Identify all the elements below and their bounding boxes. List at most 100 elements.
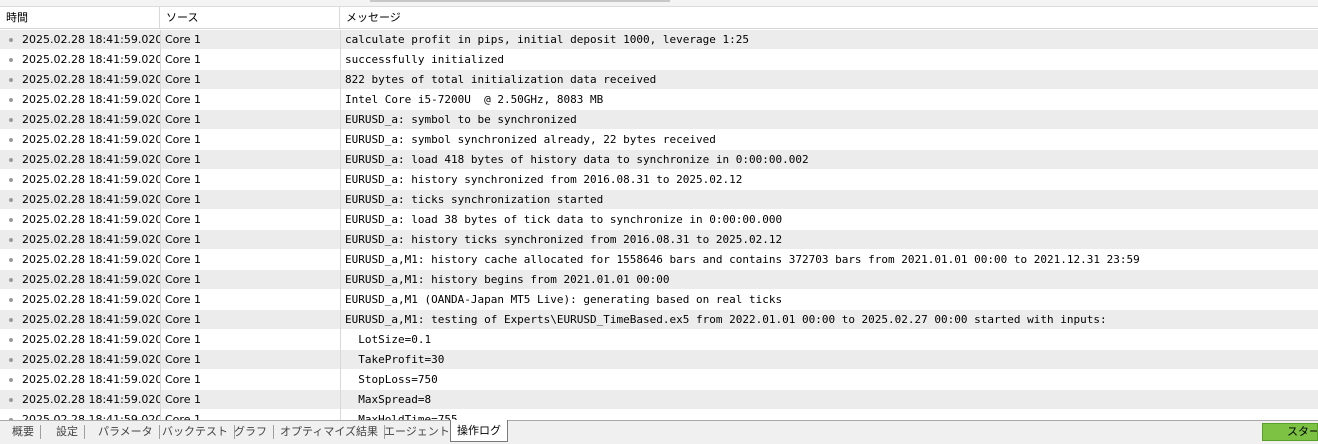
row-source: Core 1 <box>160 310 340 330</box>
row-time: 2025.02.28 18:41:59.020 <box>22 173 160 186</box>
info-dot-icon <box>9 318 13 322</box>
tester-tab-bar: スタート 概要設定パラメータバックテストグラフオプティマイズ結果エージェント操作… <box>0 420 1318 444</box>
table-row[interactable]: 2025.02.28 18:41:59.020 Core 1 EURUSD_a: l… <box>0 210 1318 230</box>
tab-journal[interactable]: 操作ログ <box>450 420 508 442</box>
row-message: MaxSpread=8 <box>340 390 1318 410</box>
row-time: 2025.02.28 18:41:59.020 <box>22 93 160 106</box>
top-scroll-strip <box>0 0 1318 7</box>
info-dot-icon <box>9 38 13 42</box>
tab-settings[interactable]: 設定 <box>50 425 85 439</box>
row-message: EURUSD_a: symbol to be synchronized <box>340 110 1318 130</box>
row-message: 822 bytes of total initialization data r… <box>340 70 1318 90</box>
row-source: Core 1 <box>160 370 340 390</box>
start-button[interactable]: スタート <box>1262 423 1318 441</box>
info-dot-icon <box>9 358 13 362</box>
row-message: EURUSD_a: symbol synchronized already, 2… <box>340 130 1318 150</box>
row-source: Core 1 <box>160 110 340 130</box>
column-header-message[interactable]: メッセージ <box>340 7 1318 28</box>
row-time: 2025.02.28 18:41:59.020 <box>22 333 160 346</box>
info-dot-icon <box>9 338 13 342</box>
row-message: StopLoss=750 <box>340 370 1318 390</box>
row-message: EURUSD_a: ticks synchronization started <box>340 190 1318 210</box>
row-source: Core 1 <box>160 330 340 350</box>
table-row[interactable]: 2025.02.28 18:41:59.020 Core 1 EURUSD_a,M1… <box>0 250 1318 270</box>
row-message: TakeProfit=30 <box>340 350 1318 370</box>
table-row[interactable]: 2025.02.28 18:41:59.020 Core 1 MaxSpread=… <box>0 390 1318 410</box>
row-message: EURUSD_a: load 38 bytes of tick data to … <box>340 210 1318 230</box>
tab-overview[interactable]: 概要 <box>6 425 41 439</box>
row-source: Core 1 <box>160 150 340 170</box>
tab-agents[interactable]: エージェント <box>378 425 457 439</box>
row-source: Core 1 <box>160 70 340 90</box>
table-row[interactable]: 2025.02.28 18:41:59.020 Core 1 calculate p… <box>0 30 1318 50</box>
tab-backtest[interactable]: バックテスト <box>156 425 235 439</box>
table-row[interactable]: 2025.02.28 18:41:59.020 Core 1 TakeProfit… <box>0 350 1318 370</box>
row-message: EURUSD_a,M1 (OANDA-Japan MT5 Live): gene… <box>340 290 1318 310</box>
table-row[interactable]: 2025.02.28 18:41:59.020 Core 1 StopLoss=7… <box>0 370 1318 390</box>
row-time: 2025.02.28 18:41:59.020 <box>22 73 160 86</box>
table-row[interactable]: 2025.02.28 18:41:59.020 Core 1 EURUSD_a: l… <box>0 150 1318 170</box>
info-dot-icon <box>9 158 13 162</box>
table-row[interactable]: 2025.02.28 18:41:59.020 Core 1 EURUSD_a,M1… <box>0 290 1318 310</box>
info-dot-icon <box>9 118 13 122</box>
row-source: Core 1 <box>160 250 340 270</box>
row-time: 2025.02.28 18:41:59.020 <box>22 313 160 326</box>
table-row[interactable]: 2025.02.28 18:41:59.020 Core 1 MaxHoldTim… <box>0 410 1318 420</box>
table-row[interactable]: 2025.02.28 18:41:59.020 Core 1 EURUSD_a: s… <box>0 110 1318 130</box>
row-source: Core 1 <box>160 50 340 70</box>
row-source: Core 1 <box>160 350 340 370</box>
tab-optimization-results[interactable]: オプティマイズ結果 <box>274 425 386 439</box>
info-dot-icon <box>9 278 13 282</box>
table-row[interactable]: 2025.02.28 18:41:59.020 Core 1 EURUSD_a,M1… <box>0 270 1318 290</box>
row-time: 2025.02.28 18:41:59.020 <box>22 53 160 66</box>
row-source: Core 1 <box>160 30 340 50</box>
row-source: Core 1 <box>160 170 340 190</box>
row-time: 2025.02.28 18:41:59.020 <box>22 33 160 46</box>
row-source: Core 1 <box>160 210 340 230</box>
column-header-source[interactable]: ソース <box>160 7 340 28</box>
table-row[interactable]: 2025.02.28 18:41:59.020 Core 1 EURUSD_a: t… <box>0 190 1318 210</box>
info-dot-icon <box>9 98 13 102</box>
row-time: 2025.02.28 18:41:59.020 <box>22 193 160 206</box>
table-row[interactable]: 2025.02.28 18:41:59.020 Core 1 successfull… <box>0 50 1318 70</box>
row-time: 2025.02.28 18:41:59.020 <box>22 393 160 406</box>
table-row[interactable]: 2025.02.28 18:41:59.020 Core 1 EURUSD_a,M1… <box>0 310 1318 330</box>
row-message: MaxHoldTime=755 <box>340 410 1318 420</box>
row-message: LotSize=0.1 <box>340 330 1318 350</box>
table-row[interactable]: 2025.02.28 18:41:59.020 Core 1 EURUSD_a: h… <box>0 170 1318 190</box>
row-time: 2025.02.28 18:41:59.020 <box>22 213 160 226</box>
info-dot-icon <box>9 398 13 402</box>
row-message: Intel Core i5-7200U @ 2.50GHz, 8083 MB <box>340 90 1318 110</box>
table-row[interactable]: 2025.02.28 18:41:59.020 Core 1 Intel Core … <box>0 90 1318 110</box>
row-time: 2025.02.28 18:41:59.020 <box>22 373 160 386</box>
row-source: Core 1 <box>160 390 340 410</box>
info-dot-icon <box>9 218 13 222</box>
log-table-header: 時間 ソース メッセージ <box>0 7 1318 29</box>
top-strip-segment <box>370 0 670 2</box>
row-message: calculate profit in pips, initial deposi… <box>340 30 1318 50</box>
info-dot-icon <box>9 58 13 62</box>
row-time: 2025.02.28 18:41:59.020 <box>22 133 160 146</box>
row-message: EURUSD_a: load 418 bytes of history data… <box>340 150 1318 170</box>
table-row[interactable]: 2025.02.28 18:41:59.020 Core 1 822 bytes o… <box>0 70 1318 90</box>
row-source: Core 1 <box>160 90 340 110</box>
row-message: successfully initialized <box>340 50 1318 70</box>
row-time: 2025.02.28 18:41:59.020 <box>22 353 160 366</box>
info-dot-icon <box>9 378 13 382</box>
log-rows: 2025.02.28 18:41:59.020 Core 1 calculate p… <box>0 30 1318 420</box>
row-source: Core 1 <box>160 230 340 250</box>
row-time: 2025.02.28 18:41:59.020 <box>22 113 160 126</box>
info-dot-icon <box>9 178 13 182</box>
column-header-time[interactable]: 時間 <box>0 7 160 28</box>
info-dot-icon <box>9 78 13 82</box>
row-message: EURUSD_a: history ticks synchronized fro… <box>340 230 1318 250</box>
row-time: 2025.02.28 18:41:59.020 <box>22 273 160 286</box>
row-source: Core 1 <box>160 290 340 310</box>
table-row[interactable]: 2025.02.28 18:41:59.020 Core 1 EURUSD_a: h… <box>0 230 1318 250</box>
tab-graph[interactable]: グラフ <box>228 425 274 439</box>
table-row[interactable]: 2025.02.28 18:41:59.020 Core 1 LotSize=0.… <box>0 330 1318 350</box>
row-message: EURUSD_a,M1: history cache allocated for… <box>340 250 1318 270</box>
info-dot-icon <box>9 198 13 202</box>
table-row[interactable]: 2025.02.28 18:41:59.020 Core 1 EURUSD_a: s… <box>0 130 1318 150</box>
tab-parameters[interactable]: パラメータ <box>92 425 160 439</box>
